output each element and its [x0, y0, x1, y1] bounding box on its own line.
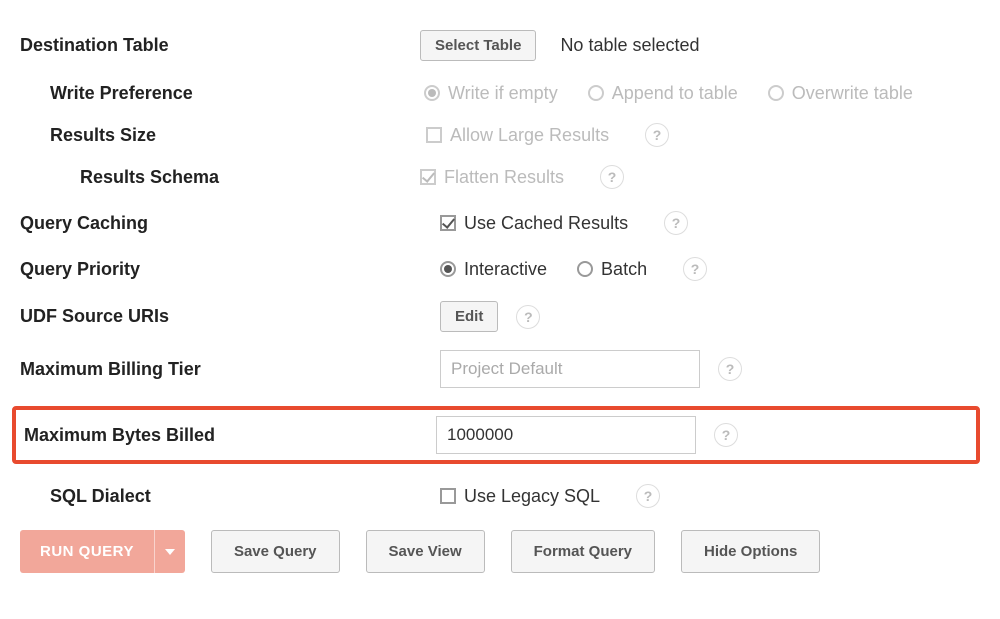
help-icon[interactable]: ?	[636, 484, 660, 508]
help-icon[interactable]: ?	[718, 357, 742, 381]
write-if-empty-radio[interactable]: Write if empty	[424, 83, 558, 104]
maximum-bytes-billed-input[interactable]	[436, 416, 696, 454]
run-query-button[interactable]: RUN QUERY	[20, 530, 154, 573]
flatten-results-checkbox[interactable]: Flatten Results	[420, 167, 564, 188]
append-to-table-label: Append to table	[612, 83, 738, 104]
run-query-dropdown[interactable]	[154, 530, 185, 573]
help-icon[interactable]: ?	[714, 423, 738, 447]
overwrite-table-radio[interactable]: Overwrite table	[768, 83, 913, 104]
caret-down-icon	[165, 547, 175, 557]
interactive-label: Interactive	[464, 259, 547, 280]
write-if-empty-label: Write if empty	[448, 83, 558, 104]
maximum-billing-tier-label: Maximum Billing Tier	[20, 359, 420, 380]
append-to-table-radio[interactable]: Append to table	[588, 83, 738, 104]
destination-table-label: Destination Table	[20, 35, 420, 56]
edit-udf-button[interactable]: Edit	[440, 301, 498, 332]
write-preference-label: Write Preference	[20, 83, 420, 104]
allow-large-results-checkbox[interactable]: Allow Large Results	[426, 125, 609, 146]
format-query-button[interactable]: Format Query	[511, 530, 655, 573]
help-icon[interactable]: ?	[683, 257, 707, 281]
hide-options-button[interactable]: Hide Options	[681, 530, 820, 573]
help-icon[interactable]: ?	[600, 165, 624, 189]
overwrite-table-label: Overwrite table	[792, 83, 913, 104]
allow-large-results-label: Allow Large Results	[450, 125, 609, 146]
select-table-button[interactable]: Select Table	[420, 30, 536, 61]
udf-source-uris-label: UDF Source URIs	[20, 306, 420, 327]
batch-label: Batch	[601, 259, 647, 280]
results-size-label: Results Size	[20, 125, 420, 146]
help-icon[interactable]: ?	[645, 123, 669, 147]
use-legacy-sql-label: Use Legacy SQL	[464, 486, 600, 507]
maximum-bytes-billed-row: Maximum Bytes Billed ?	[12, 406, 980, 464]
use-legacy-sql-checkbox[interactable]: Use Legacy SQL	[440, 486, 600, 507]
query-caching-label: Query Caching	[20, 213, 420, 234]
use-cached-results-checkbox[interactable]: Use Cached Results	[440, 213, 628, 234]
batch-radio[interactable]: Batch	[577, 259, 647, 280]
destination-table-status: No table selected	[560, 35, 699, 56]
results-schema-label: Results Schema	[20, 167, 420, 188]
help-icon[interactable]: ?	[516, 305, 540, 329]
maximum-billing-tier-input[interactable]	[440, 350, 700, 388]
interactive-radio[interactable]: Interactive	[440, 259, 547, 280]
save-query-button[interactable]: Save Query	[211, 530, 340, 573]
use-cached-results-label: Use Cached Results	[464, 213, 628, 234]
run-query-group: RUN QUERY	[20, 530, 185, 573]
help-icon[interactable]: ?	[664, 211, 688, 235]
query-priority-label: Query Priority	[20, 259, 420, 280]
maximum-bytes-billed-label: Maximum Bytes Billed	[16, 425, 416, 446]
flatten-results-label: Flatten Results	[444, 167, 564, 188]
save-view-button[interactable]: Save View	[366, 530, 485, 573]
sql-dialect-label: SQL Dialect	[20, 486, 420, 507]
